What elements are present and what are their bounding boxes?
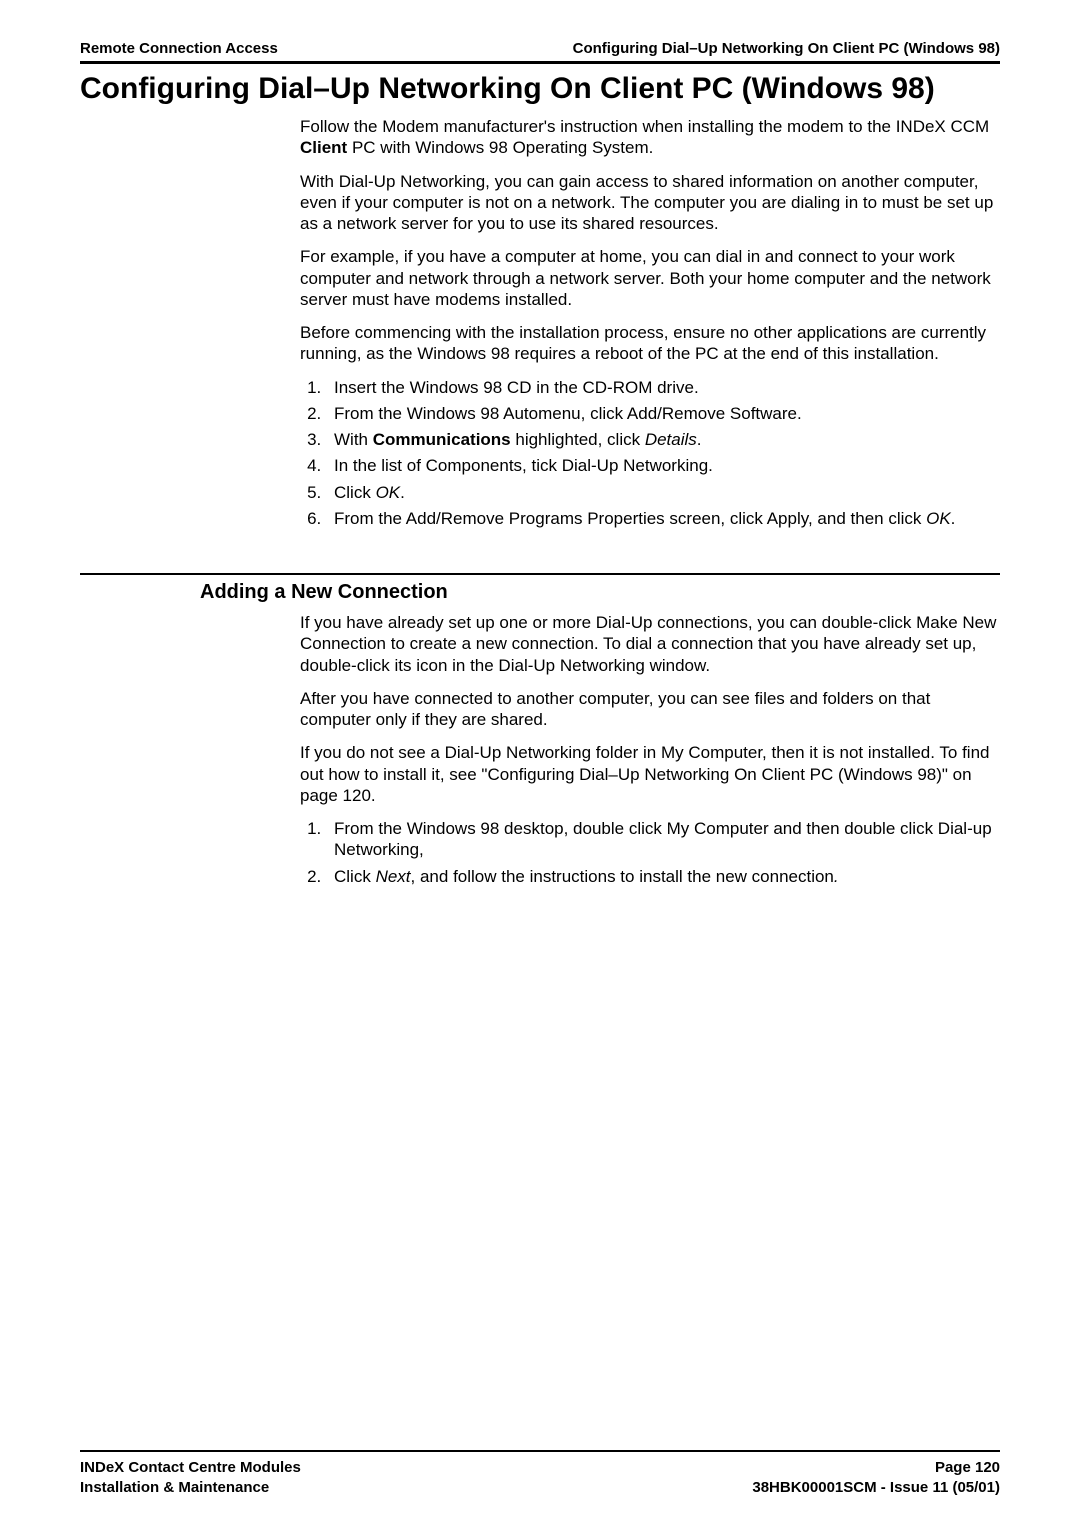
intro-paragraph-2: With Dial-Up Networking, you can gain ac…: [300, 171, 1000, 235]
footer-page-number: Page 120: [752, 1458, 1000, 1478]
text: .: [697, 430, 702, 449]
header-right: Configuring Dial–Up Networking On Client…: [573, 40, 1000, 57]
period-italic: .: [834, 867, 839, 886]
footer-doc-id: 38HBK00001SCM - Issue 11 (05/01): [752, 1478, 1000, 1498]
section2-paragraph-3: If you do not see a Dial-Up Networking f…: [300, 742, 1000, 806]
text: highlighted, click: [511, 430, 645, 449]
footer-left: INDeX Contact Centre Modules Installatio…: [80, 1458, 301, 1499]
intro-paragraph-1: Follow the Modem manufacturer's instruct…: [300, 116, 1000, 159]
main-content: Follow the Modem manufacturer's instruct…: [300, 110, 1000, 545]
footer-right: Page 120 38HBK00001SCM - Issue 11 (05/01…: [752, 1458, 1000, 1499]
intro-paragraph-4: Before commencing with the installation …: [300, 322, 1000, 365]
section2-content: If you have already set up one or more D…: [300, 606, 1000, 903]
header-left: Remote Connection Access: [80, 40, 278, 57]
text: With: [334, 430, 373, 449]
connection-steps: From the Windows 98 desktop, double clic…: [300, 818, 1000, 887]
client-bold: Client: [300, 138, 347, 157]
text: Click: [334, 483, 376, 502]
conn-step-2: Click Next, and follow the instructions …: [326, 866, 1000, 887]
install-steps: Insert the Windows 98 CD in the CD-ROM d…: [300, 377, 1000, 530]
footer-left-line2: Installation & Maintenance: [80, 1478, 301, 1498]
step-3: With Communications highlighted, click D…: [326, 429, 1000, 450]
running-footer: INDeX Contact Centre Modules Installatio…: [80, 1450, 1000, 1499]
intro-paragraph-3: For example, if you have a computer at h…: [300, 246, 1000, 310]
step-6: From the Add/Remove Programs Properties …: [326, 508, 1000, 529]
text: PC with Windows 98 Operating System.: [347, 138, 653, 157]
conn-step-1: From the Windows 98 desktop, double clic…: [326, 818, 1000, 861]
text: Follow the Modem manufacturer's instruct…: [300, 117, 989, 136]
step-1: Insert the Windows 98 CD in the CD-ROM d…: [326, 377, 1000, 398]
section2-paragraph-1: If you have already set up one or more D…: [300, 612, 1000, 676]
step-4: In the list of Components, tick Dial-Up …: [326, 455, 1000, 476]
section-title-adding: Adding a New Connection: [200, 581, 1000, 604]
text: , and follow the instructions to install…: [411, 867, 834, 886]
text: .: [400, 483, 405, 502]
details-italic: Details: [645, 430, 697, 449]
next-italic: Next: [376, 867, 411, 886]
page-title: Configuring Dial–Up Networking On Client…: [80, 72, 1000, 106]
ok-italic: OK: [376, 483, 401, 502]
text: From the Add/Remove Programs Properties …: [334, 509, 926, 528]
step-2: From the Windows 98 Automenu, click Add/…: [326, 403, 1000, 424]
step-5: Click OK.: [326, 482, 1000, 503]
text: Click: [334, 867, 376, 886]
footer-left-line1: INDeX Contact Centre Modules: [80, 1458, 301, 1478]
communications-bold: Communications: [373, 430, 511, 449]
ok-italic: OK: [926, 509, 951, 528]
page: Remote Connection Access Configuring Dia…: [0, 0, 1080, 1528]
text: .: [951, 509, 956, 528]
running-header: Remote Connection Access Configuring Dia…: [80, 40, 1000, 64]
section-divider: [80, 573, 1000, 575]
section2-paragraph-2: After you have connected to another comp…: [300, 688, 1000, 731]
